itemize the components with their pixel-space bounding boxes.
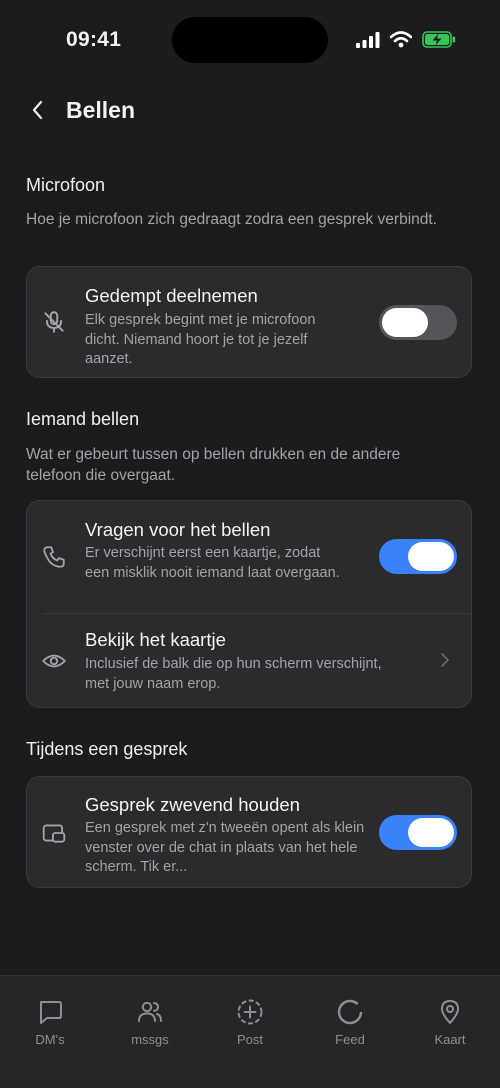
section-title-microfoon: Microfoon [26, 175, 106, 195]
users-icon [138, 1001, 162, 1022]
map-pin-icon [441, 1000, 459, 1024]
muted-join-toggle[interactable] [379, 305, 457, 340]
toggle-knob [382, 308, 428, 337]
status-time: 09:41 [66, 28, 122, 51]
page-title: Bellen [66, 97, 136, 123]
mic-off-icon [44, 311, 64, 333]
row-sub-floating-call: Een gesprek met z'n tweeën opent als kle… [85, 820, 365, 875]
status-icons [356, 31, 456, 48]
floating-call-toggle[interactable] [379, 815, 457, 850]
section-desc-microfoon: Hoe je microfoon zich gedraagt zodra een… [26, 211, 437, 228]
status-bar: 09:41 [0, 0, 500, 80]
tab-label-feed: Feed [335, 1032, 365, 1047]
tab-kaart[interactable]: Kaart [400, 998, 500, 1047]
section-title-tijdens-gesprek: Tijdens een gesprek [26, 739, 188, 759]
tab-bar: DM's mssgs Post Feed Kaart [0, 975, 500, 1088]
tab-label-kaart: Kaart [434, 1032, 466, 1047]
signal-icon [356, 31, 380, 48]
dynamic-island [172, 17, 328, 63]
tab-post[interactable]: Post [200, 998, 300, 1047]
section-title-iemand-bellen: Iemand bellen [26, 409, 140, 429]
row-floating-call[interactable]: Gesprek zwevend houden Een gesprek met z… [27, 777, 471, 889]
tab-label-post: Post [236, 1032, 263, 1047]
back-chevron-icon[interactable] [26, 98, 50, 122]
section-desc-iemand-bellen: Wat er gebeurt tussen op bellen drukken … [26, 446, 401, 484]
eye-icon [42, 654, 66, 668]
header: Bellen [0, 88, 500, 134]
row-muted-join[interactable]: Gedempt deelnemen Elk gesprek begint met… [27, 267, 471, 379]
battery-charging-icon [422, 31, 455, 48]
row-title-floating-call: Gesprek zwevend houden [85, 794, 300, 815]
phone-icon [43, 546, 65, 568]
toggle-knob [408, 818, 454, 847]
card-iemand-bellen: Vragen voor het bellen Er verschijnt eer… [26, 500, 472, 708]
plus-circle-icon [237, 999, 263, 1025]
tab-label-mssgs: mssgs [131, 1032, 169, 1047]
chat-bubble-icon [40, 1001, 62, 1024]
tab-feed[interactable]: Feed [300, 998, 400, 1047]
tab-mssgs[interactable]: mssgs [100, 998, 200, 1047]
row-view-card[interactable]: Bekijk het kaartje Inclusief de balk die… [27, 614, 471, 708]
row-ask-before-call[interactable]: Vragen voor het bellen Er verschijnt eer… [27, 501, 471, 613]
card-microfoon: Gedempt deelnemen Elk gesprek begint met… [26, 266, 472, 378]
wifi-icon [390, 31, 412, 48]
row-title-muted-join: Gedempt deelnemen [85, 285, 258, 306]
tab-dms[interactable]: DM's [0, 998, 100, 1047]
toggle-knob [408, 542, 454, 571]
picture-in-picture-icon [42, 824, 66, 843]
tab-label-dms: DM's [35, 1032, 65, 1047]
row-title-ask-before-call: Vragen voor het bellen [85, 519, 271, 540]
card-tijdens-gesprek: Gesprek zwevend houden Een gesprek met z… [26, 776, 472, 888]
row-sub-muted-join: Elk gesprek begint met je microfoon dich… [85, 312, 316, 367]
row-title-view-card: Bekijk het kaartje [85, 629, 226, 650]
row-sub-ask-before-call: Er verschijnt eerst een kaartje, zodat e… [85, 545, 340, 581]
chevron-right-icon [441, 653, 449, 667]
circle-icon [337, 999, 363, 1025]
ask-before-call-toggle[interactable] [379, 539, 457, 574]
row-sub-view-card: Inclusief de balk die op hun scherm vers… [85, 656, 382, 692]
